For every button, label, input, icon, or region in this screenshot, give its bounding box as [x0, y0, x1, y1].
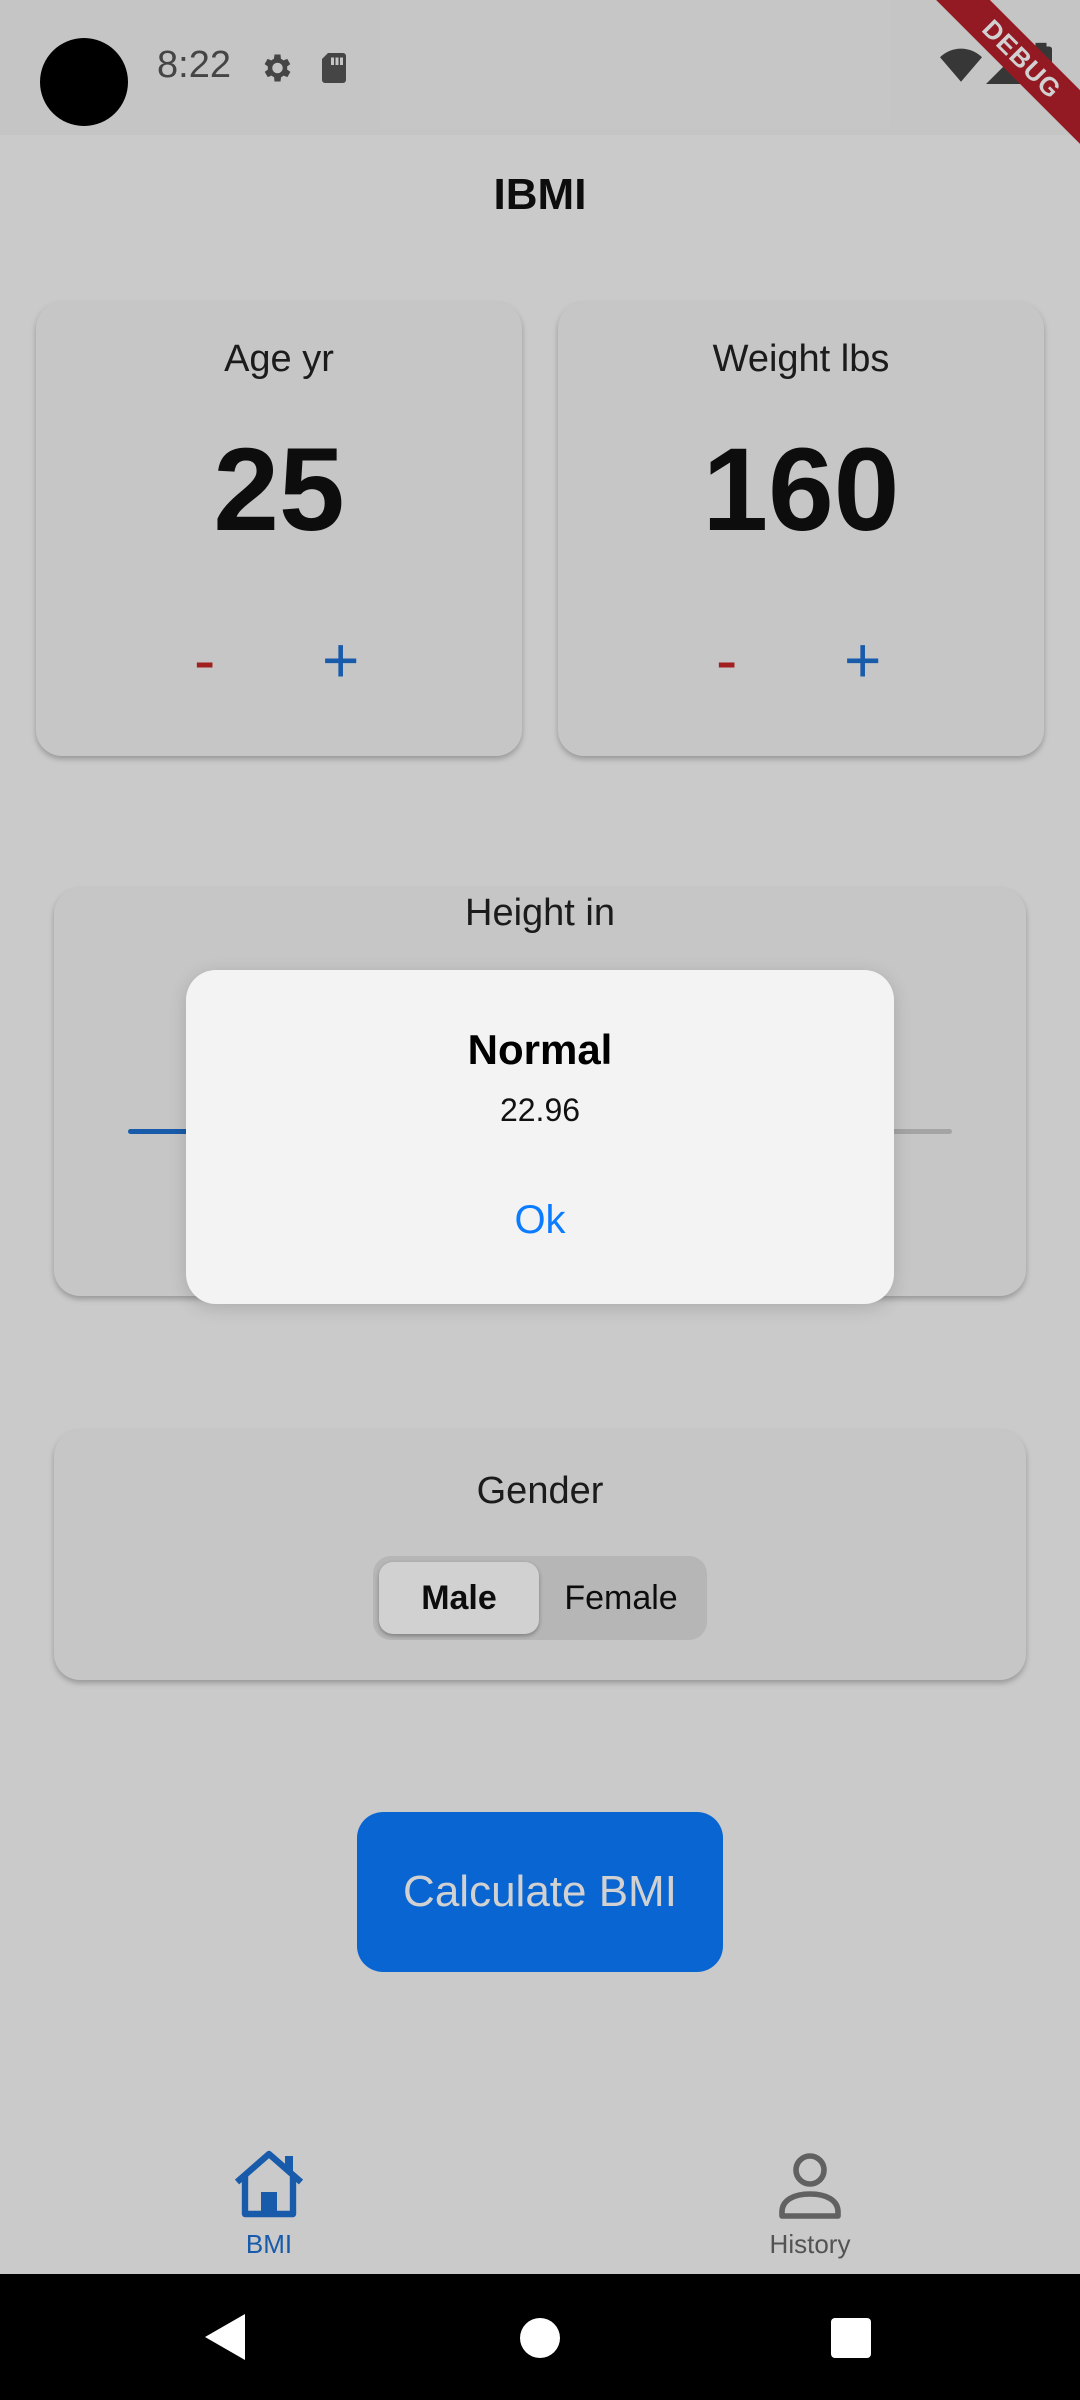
dialog-ok-button[interactable]: Ok [440, 1180, 640, 1260]
back-icon[interactable] [205, 2314, 245, 2365]
dialog-message: 22.96 [499, 1092, 581, 1128]
recents-icon[interactable] [831, 2318, 871, 2363]
dialog-title: Normal [467, 1026, 613, 1073]
bmi-result-dialog: Normal 22.96 Ok [186, 970, 894, 1304]
system-navigation-bar [0, 2274, 1080, 2400]
home-circle-icon[interactable] [520, 2318, 560, 2363]
